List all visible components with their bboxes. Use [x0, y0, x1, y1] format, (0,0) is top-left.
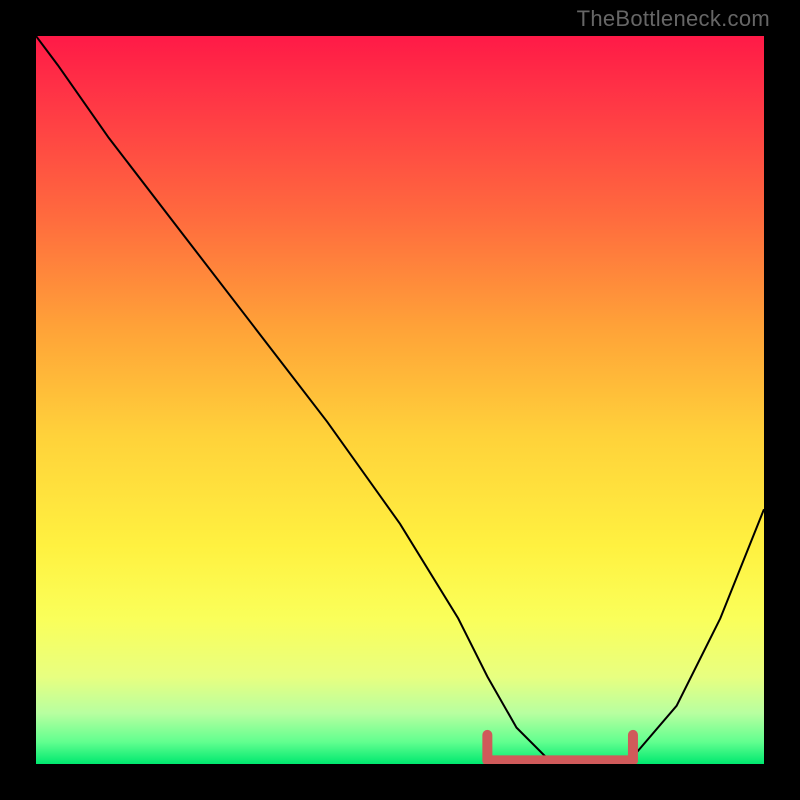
watermark-text: TheBottleneck.com [577, 6, 770, 32]
bottleneck-curve [36, 36, 764, 764]
optimal-range-marker [487, 735, 633, 760]
curve-layer [36, 36, 764, 764]
chart-frame: TheBottleneck.com [0, 0, 800, 800]
plot-area [36, 36, 764, 764]
